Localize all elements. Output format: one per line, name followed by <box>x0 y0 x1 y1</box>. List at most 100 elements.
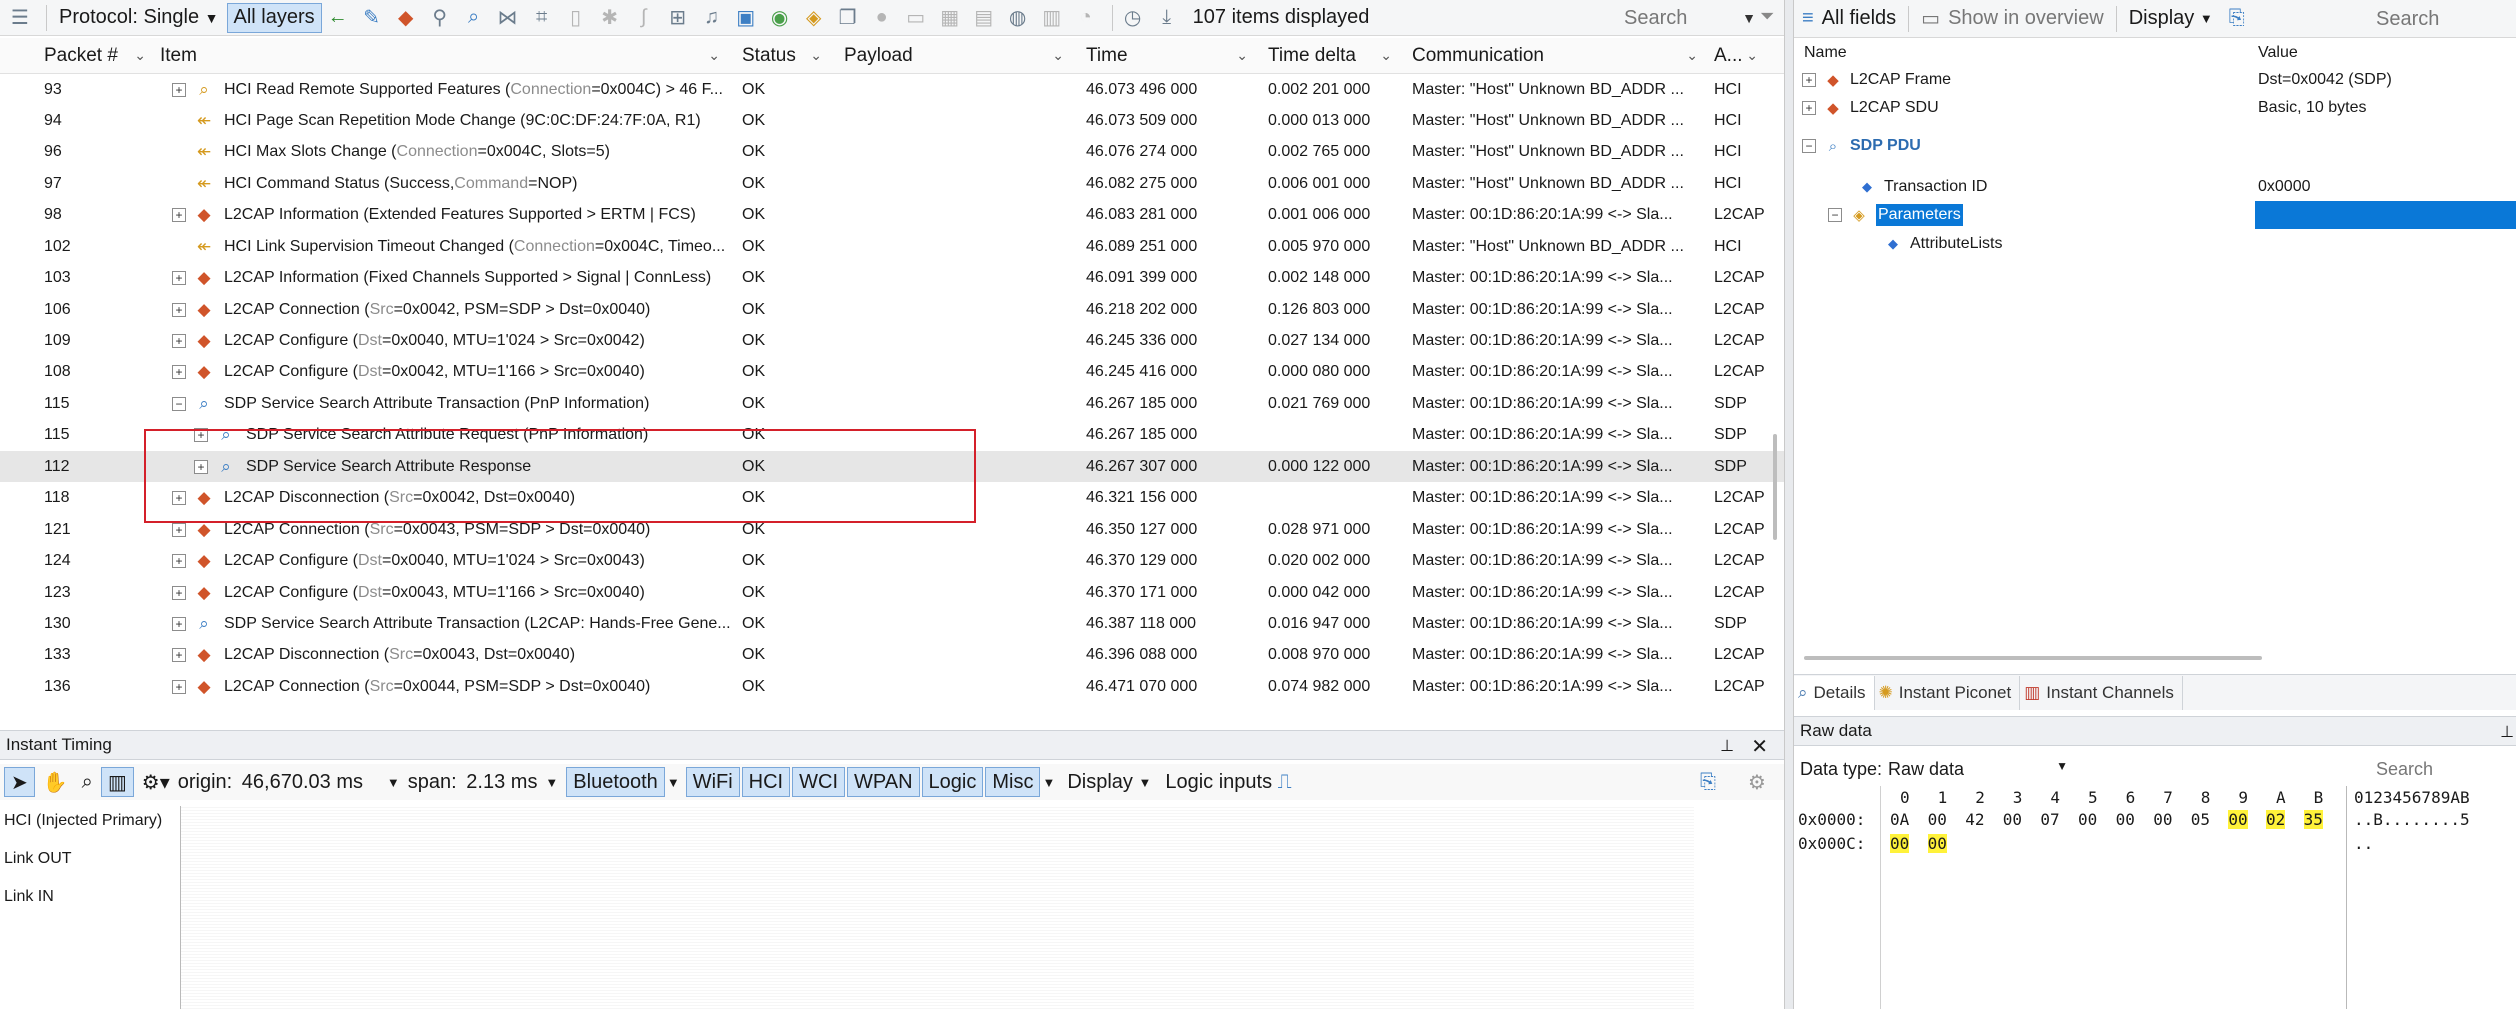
expand-icon[interactable]: + <box>172 271 186 286</box>
tab-details[interactable]: ⌕ Details <box>1794 675 1875 710</box>
hand-icon[interactable]: ✋ <box>37 767 74 797</box>
expand-icon[interactable]: + <box>172 334 186 349</box>
web-icon[interactable]: ◍ <box>1004 4 1032 32</box>
hex-view[interactable]: 0 1 2 3 4 5 6 7 8 9 A B 0123456789AB 0x0000: 0A 00 42 00… <box>1794 786 2516 1009</box>
gauge-icon[interactable]: ◔ <box>1072 4 1100 32</box>
table-row[interactable]: 103 + ◆ L2CAP Information (Fixed Channels S… <box>0 263 1784 294</box>
column-header-time-delta[interactable]: Time delta ⌄ <box>1262 38 1406 73</box>
back-arrow-icon[interactable]: ← <box>324 4 352 32</box>
download-icon[interactable]: ⤓ <box>1153 4 1181 32</box>
pointer-icon[interactable]: ➤ <box>4 767 35 797</box>
expand-icon[interactable]: + <box>172 82 186 97</box>
tree-item-l2cap-sdu[interactable]: + ◆ L2CAP SDU Basic, 10 bytes <box>1794 94 2516 122</box>
filter-wpan[interactable]: WPAN <box>847 767 920 797</box>
device-icon[interactable]: ◈ <box>800 4 828 32</box>
tree-item-parameters[interactable]: − ◈ Parameters <box>1794 201 2516 229</box>
tab-instant-channels[interactable]: ▥ Instant Channels <box>2020 675 2183 710</box>
settings-icon[interactable]: ⚙ <box>1748 770 1766 795</box>
vertical-scrollbar[interactable] <box>1773 434 1777 540</box>
collapse-icon[interactable]: − <box>172 396 186 411</box>
expand-icon[interactable]: + <box>172 522 186 537</box>
layout-icon[interactable]: ▥ <box>100 767 134 797</box>
list-icon[interactable]: ☰ <box>6 4 34 32</box>
video-icon[interactable]: ▣ <box>732 4 760 32</box>
collapse-icon[interactable]: − <box>1802 139 1816 153</box>
expand-icon[interactable]: + <box>172 616 186 631</box>
data-type-select[interactable]: Raw data ▼ <box>1888 759 2068 780</box>
filter-wifi[interactable]: WiFi <box>685 767 740 797</box>
l2cap-icon[interactable]: ◆ <box>392 4 420 32</box>
expand-icon[interactable]: + <box>1802 73 1816 87</box>
logic-inputs-button[interactable]: Logic inputs ⎍ <box>1159 767 1297 797</box>
table-row[interactable]: 124 + ◆ L2CAP Configure (Dst =0x0040, MTU=1'… <box>0 546 1784 577</box>
hex-byte[interactable]: 00 <box>2078 810 2097 829</box>
raw-search-input[interactable]: Search <box>2376 759 2433 780</box>
hex-byte[interactable]: 42 <box>1965 810 1984 829</box>
column-header-communication[interactable]: Communication ⌄ <box>1406 38 1712 73</box>
zoom-icon[interactable]: ⌕ <box>76 767 99 797</box>
chevron-down-icon[interactable]: ▼ <box>667 775 680 790</box>
table-row[interactable]: 108 + ◆ L2CAP Configure (Dst =0x0042, MTU=1'… <box>0 357 1784 388</box>
display-dropdown[interactable]: Display ▼ <box>1061 767 1157 797</box>
name-column-header[interactable]: Name <box>1804 44 1847 62</box>
table-row[interactable]: 97 ↞ HCI Command Status (Success, Command =… <box>0 168 1784 199</box>
table-row[interactable]: 94 ↞ HCI Page Scan Repetition Mode Change … <box>0 105 1784 136</box>
copy-icon[interactable]: ❐ <box>834 4 862 32</box>
export-icon[interactable]: ⎘ <box>2221 3 2253 35</box>
horizontal-scrollbar[interactable] <box>1804 656 2262 660</box>
tree-item-l2cap-frame[interactable]: + ◆ L2CAP Frame Dst=0x0042 (SDP) <box>1794 66 2516 94</box>
origin-input[interactable]: 46,670.03 ms ▼ <box>238 768 404 796</box>
packet-search-input[interactable]: Search ▼ <box>1624 3 1756 33</box>
all-layers-button[interactable]: All layers <box>226 2 322 33</box>
mouse-icon[interactable]: ▯ <box>562 4 590 32</box>
expand-icon[interactable]: + <box>1802 101 1816 115</box>
table-row[interactable]: 136 + ◆ L2CAP Connection (Src =0x0044, PSM=S… <box>0 671 1784 702</box>
export-icon[interactable]: ⎘ <box>1700 771 1716 794</box>
table-row[interactable]: 115 − ⌕ SDP Service Search Attribute Transa… <box>0 388 1784 419</box>
close-icon[interactable]: ✕ <box>1751 734 1768 759</box>
hex-byte[interactable]: 07 <box>2040 810 2059 829</box>
collapse-icon[interactable]: − <box>1828 208 1842 222</box>
hex-byte[interactable]: 00 <box>2228 809 2248 829</box>
panel-splitter[interactable] <box>1784 0 1794 1009</box>
table-row[interactable]: 106 + ◆ L2CAP Connection (Src =0x0042, PSM=S… <box>0 294 1784 325</box>
hex-byte[interactable]: 00 <box>1927 833 1947 853</box>
table-row[interactable]: 109 + ◆ L2CAP Configure (Dst =0x0040, MTU=1'… <box>0 326 1784 357</box>
expand-icon[interactable]: + <box>172 208 186 223</box>
table-row[interactable]: 98 + ◆ L2CAP Information (Extended Features… <box>0 200 1784 231</box>
column-header-app[interactable]: A... ⌄ <box>1712 38 1772 73</box>
hex-byte[interactable]: 00 <box>1928 810 1947 829</box>
expand-icon[interactable]: + <box>172 302 186 317</box>
filter-bluetooth[interactable]: Bluetooth <box>566 767 665 797</box>
tree-item-sdp-pdu[interactable]: − ⌕ SDP PDU <box>1794 132 2516 160</box>
pin-icon[interactable]: ⊥ <box>2500 722 2514 742</box>
hex-byte[interactable]: 0A <box>1890 810 1909 829</box>
hex-byte[interactable]: 05 <box>2191 810 2210 829</box>
filter-logic[interactable]: Logic <box>921 767 984 797</box>
span-input[interactable]: 2.13 ms ▼ <box>462 768 562 796</box>
timing-canvas[interactable] <box>181 806 1694 1009</box>
filter-misc[interactable]: Misc <box>985 767 1041 797</box>
column-header-status[interactable]: Status ⌄ <box>736 38 836 73</box>
filter-wci[interactable]: WCI <box>792 767 846 797</box>
panel-icon[interactable]: ▤ <box>970 4 998 32</box>
star-icon[interactable]: ✱ <box>596 4 624 32</box>
search-icon[interactable]: ⌕ <box>460 4 488 32</box>
filter-funnel-icon[interactable]: ⏷ <box>1760 6 1774 27</box>
show-in-overview-button[interactable]: ▭ Show in overview <box>1913 3 2112 35</box>
protocol-dropdown[interactable]: Protocol: Single ▼ <box>53 3 225 33</box>
chevron-down-icon[interactable]: ▼ <box>1742 10 1756 26</box>
details-search-input[interactable]: Search <box>2376 4 2506 34</box>
column-header-item[interactable]: Item ⌄ <box>160 38 734 73</box>
config-icon[interactable]: ⚙▾ <box>136 767 176 797</box>
pencil-icon[interactable]: ✎ <box>358 4 386 32</box>
expand-icon[interactable]: + <box>172 554 186 569</box>
expand-icon[interactable]: + <box>172 585 186 600</box>
table-row[interactable]: 130 + ⌕ SDP Service Search Attribute Transa… <box>0 608 1784 639</box>
column-header-packet[interactable]: Packet # ⌄ <box>40 38 160 73</box>
table-row[interactable]: 133 + ◆ L2CAP Disconnection (Src =0x0043, Ds… <box>0 640 1784 671</box>
grid-icon[interactable]: ⌗ <box>528 4 556 32</box>
all-fields-button[interactable]: ≡ All fields <box>1794 3 1904 35</box>
hex-byte[interactable]: 02 <box>2266 809 2286 829</box>
music-icon[interactable]: ♫ <box>698 4 726 32</box>
